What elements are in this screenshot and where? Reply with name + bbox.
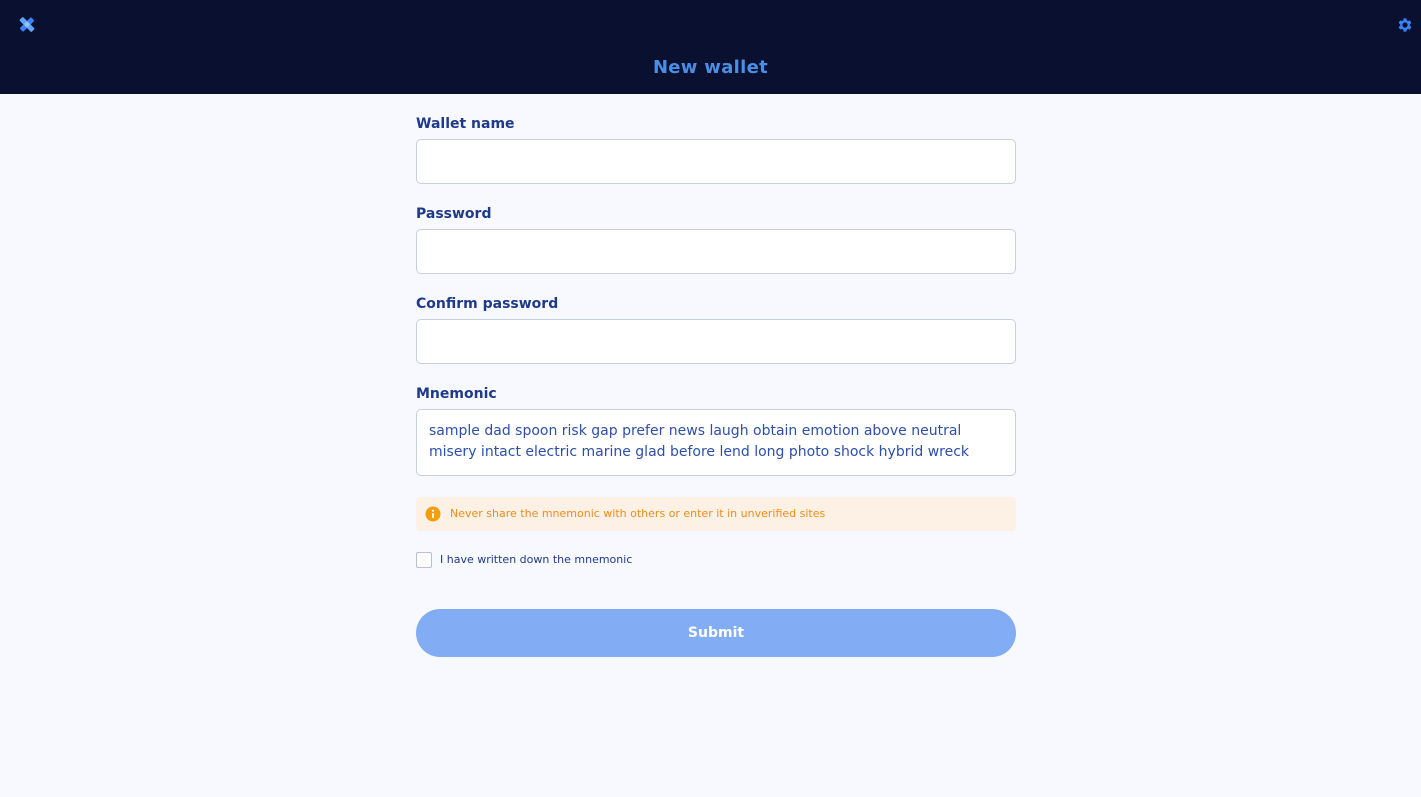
warning-text: Never share the mnemonic with others or … [450,507,826,520]
gear-icon[interactable] [1396,16,1414,34]
confirm-password-label: Confirm password [416,296,559,312]
password-input[interactable] [416,229,1016,274]
mnemonic-label: Mnemonic [416,386,497,402]
info-icon [425,506,441,522]
mnemonic-confirm-checkbox[interactable] [416,552,432,568]
mnemonic-textarea[interactable]: sample dad spoon risk gap prefer news la… [416,409,1016,476]
app-header: New wallet [0,0,1421,94]
mnemonic-confirm-label[interactable]: I have written down the mnemonic [440,553,632,566]
wallet-name-label: Wallet name [416,116,515,132]
submit-button[interactable]: Submit [416,609,1016,657]
password-label: Password [416,206,492,222]
mnemonic-warning: Never share the mnemonic with others or … [416,497,1016,531]
page-title: New wallet [652,57,769,78]
satellite-icon[interactable] [16,14,38,36]
confirm-password-input[interactable] [416,319,1016,364]
wallet-name-input[interactable] [416,139,1016,184]
